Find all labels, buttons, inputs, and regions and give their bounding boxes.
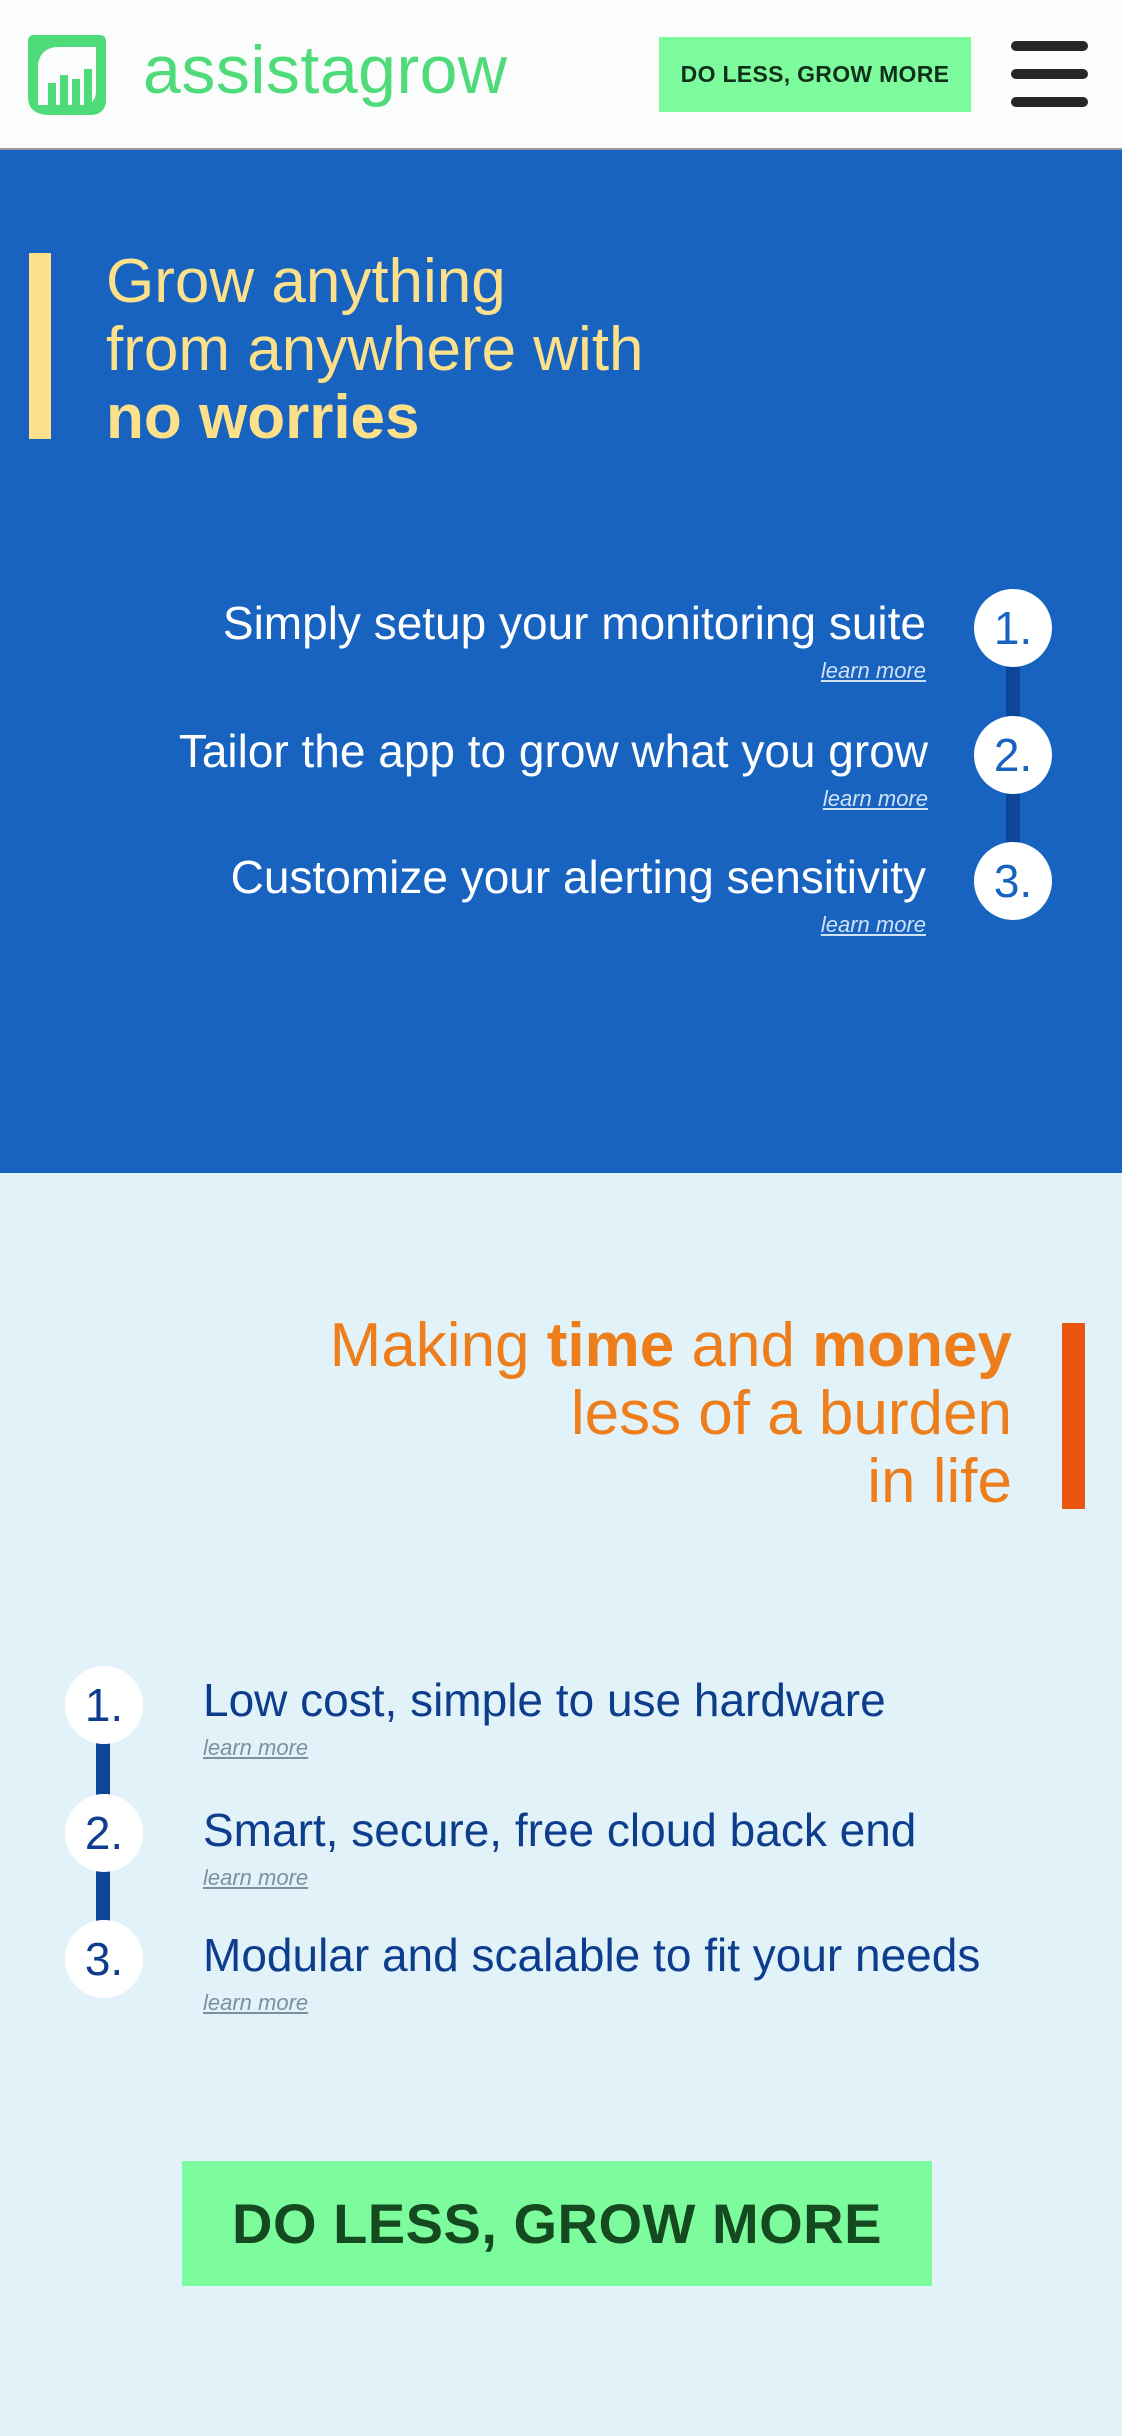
hero-step-text: Tailor the app to grow what you grow — [178, 725, 928, 777]
learn-more-link[interactable]: learn more — [823, 786, 928, 812]
hamburger-menu-icon[interactable] — [1011, 39, 1088, 109]
benefit-step-number: 1. — [65, 1666, 143, 1744]
hero-step-number: 2. — [974, 716, 1052, 794]
hero-title: Grow anything from anywhere with no worr… — [106, 248, 644, 452]
benefits-title-line3: in life — [867, 1447, 1012, 1516]
hero-step-text: Simply setup your monitoring suite — [222, 597, 926, 649]
hero-step-3: Customize your alerting sensitivity lear… — [231, 850, 926, 938]
benefit-step-3: Modular and scalable to fit your needs l… — [203, 1928, 980, 2016]
hero-title-line2: from anywhere with — [106, 315, 644, 384]
learn-more-link[interactable]: learn more — [203, 1735, 308, 1761]
hero-title-line1: Grow anything — [106, 247, 506, 316]
header-cta-button[interactable]: DO LESS, GROW MORE — [659, 37, 971, 112]
hero-step-2: Tailor the app to grow what you grow lea… — [179, 724, 928, 812]
hero-title-emphasis: no worries — [106, 383, 420, 452]
benefit-step-text: Low cost, simple to use hardware — [203, 1674, 886, 1726]
site-header: assistagrow DO LESS, GROW MORE — [0, 0, 1122, 150]
hero-accent-bar — [29, 253, 51, 439]
footer-cta-button[interactable]: DO LESS, GROW MORE — [182, 2161, 932, 2286]
benefit-step-2: Smart, secure, free cloud back end learn… — [203, 1803, 916, 1891]
benefit-step-text: Modular and scalable to fit your needs — [203, 1929, 981, 1981]
logo-icon[interactable] — [24, 31, 108, 119]
benefits-title-line2: less of a burden — [570, 1379, 1012, 1448]
benefits-accent-bar — [1062, 1323, 1085, 1509]
benefit-step-number: 2. — [65, 1794, 143, 1872]
learn-more-link[interactable]: learn more — [821, 658, 926, 684]
hero-step-1: Simply setup your monitoring suite learn… — [223, 596, 926, 684]
learn-more-link[interactable]: learn more — [203, 1990, 308, 2016]
benefits-title: Making time and money less of a burden i… — [330, 1312, 1012, 1516]
benefit-step-number: 3. — [65, 1920, 143, 1998]
brand-name[interactable]: assistagrow — [143, 28, 508, 112]
benefits-title-line1: Making time and money — [329, 1311, 1012, 1380]
benefit-step-1: Low cost, simple to use hardware learn m… — [203, 1673, 886, 1761]
hero-step-number: 3. — [974, 842, 1052, 920]
hero-step-text: Customize your alerting sensitivity — [230, 851, 926, 903]
hero-step-number: 1. — [974, 589, 1052, 667]
learn-more-link[interactable]: learn more — [821, 912, 926, 938]
benefit-step-text: Smart, secure, free cloud back end — [203, 1804, 917, 1856]
learn-more-link[interactable]: learn more — [203, 1865, 308, 1891]
